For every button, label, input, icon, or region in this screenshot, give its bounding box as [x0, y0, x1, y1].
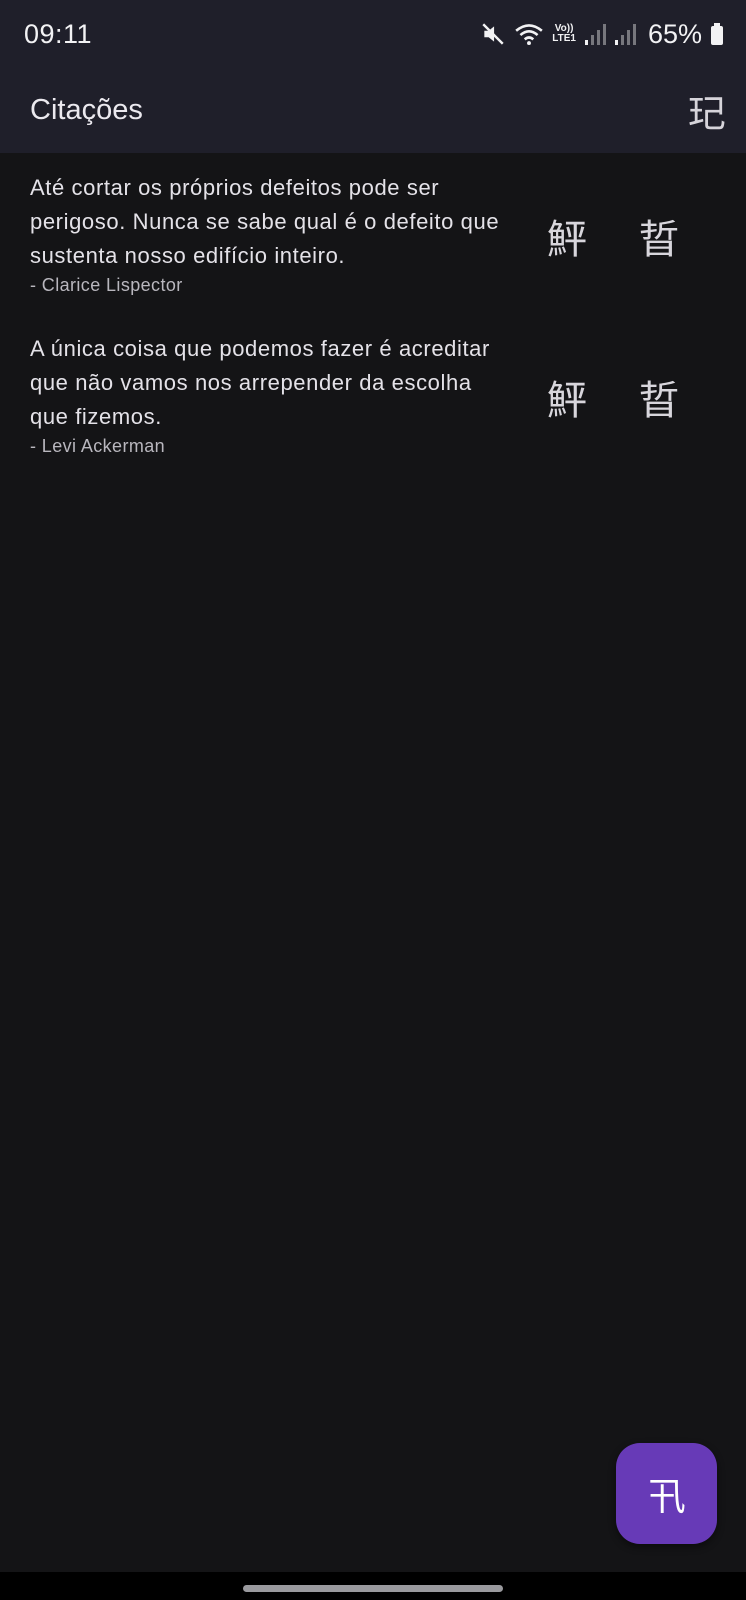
- delete-quote-icon[interactable]: 晢: [637, 207, 681, 265]
- delete-quote-icon[interactable]: 晢: [637, 368, 681, 426]
- edit-quote-icon[interactable]: 鮃: [545, 368, 589, 426]
- quote-author: - Clarice Lispector: [30, 275, 183, 295]
- page-title: Citações: [30, 94, 143, 126]
- quote-list: Até cortar os próprios defeitos pode ser…: [0, 153, 746, 475]
- navigation-bar: [0, 1572, 746, 1600]
- quote-actions: 鮃 晢: [545, 207, 681, 265]
- status-time: 09:11: [24, 18, 93, 49]
- network-badge: Vo)) LTE1: [552, 23, 576, 44]
- signal-icon: [614, 24, 636, 45]
- quote-content: Até cortar os próprios defeitos pode ser…: [30, 171, 500, 296]
- list-item: Até cortar os próprios defeitos pode ser…: [0, 153, 746, 314]
- mute-icon: [482, 23, 504, 45]
- signal-icon: [584, 24, 606, 45]
- quote-actions: 鮃 晢: [545, 368, 681, 426]
- home-gesture-handle[interactable]: [243, 1585, 503, 1592]
- status-bar: 09:11 Vo)) LTE1 65%: [0, 0, 746, 68]
- add-quote-button[interactable]: 卂: [616, 1443, 717, 1544]
- edit-quote-icon[interactable]: 鮃: [545, 207, 589, 265]
- list-item: A única coisa que podemos fazer é acredi…: [0, 314, 746, 475]
- quote-content: A única coisa que podemos fazer é acredi…: [30, 332, 500, 457]
- app-bar-action-icon[interactable]: 玘: [688, 83, 726, 138]
- status-icons: Vo)) LTE1 65%: [480, 19, 724, 50]
- wifi-icon: [515, 24, 543, 46]
- battery-percent: 65%: [647, 18, 702, 49]
- quote-text: A única coisa que podemos fazer é acredi…: [30, 336, 490, 429]
- battery-icon: [711, 23, 723, 45]
- quote-author: - Levi Ackerman: [30, 436, 166, 456]
- app-bar: Citações 玘: [0, 68, 746, 153]
- quote-text: Até cortar os próprios defeitos pode ser…: [30, 175, 500, 268]
